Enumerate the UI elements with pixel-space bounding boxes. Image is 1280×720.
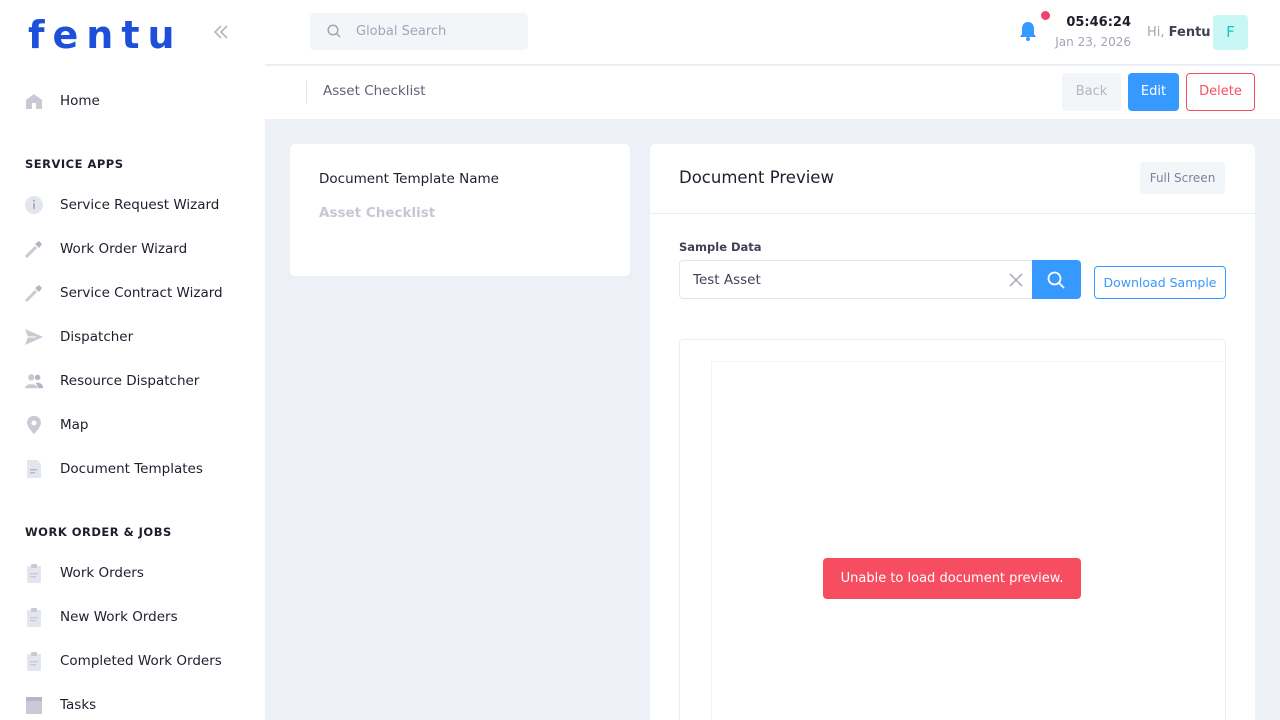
section-title-work-order-jobs: WORK ORDER & JOBS: [25, 525, 172, 539]
sidebar-item-label: New Work Orders: [60, 609, 178, 625]
clear-icon[interactable]: [1009, 273, 1023, 287]
document-icon: [24, 459, 44, 479]
sidebar-item-tasks[interactable]: Tasks: [0, 687, 265, 720]
sidebar-item-label: Work Order Wizard: [60, 241, 188, 257]
fentu-logo[interactable]: fentu: [28, 14, 183, 56]
sidebar-item-label: Resource Dispatcher: [60, 373, 200, 389]
template-name-card: Document Template Name Asset Checklist: [290, 144, 630, 276]
search-icon: [327, 24, 341, 38]
sample-data-field[interactable]: [679, 260, 1033, 299]
preview-document-frame: [711, 361, 1226, 720]
error-message: Unable to load document preview.: [823, 558, 1081, 599]
back-button[interactable]: Back: [1062, 73, 1121, 111]
sidebar-item-label: Document Templates: [60, 461, 203, 477]
tool-icon: [24, 283, 44, 303]
sidebar-item-resource-dispatcher[interactable]: Resource Dispatcher: [0, 363, 265, 399]
greeting-prefix: Hi,: [1147, 25, 1165, 40]
tool-icon: [24, 239, 44, 259]
subheader: Asset Checklist Back Edit Delete: [265, 66, 1280, 119]
sidebar-item-completed-work-orders[interactable]: Completed Work Orders: [0, 643, 265, 679]
notification-bell-icon[interactable]: [1017, 20, 1039, 42]
global-search[interactable]: [310, 13, 528, 50]
avatar[interactable]: F: [1213, 15, 1248, 50]
sidebar: fentu Home SERVICE APPS Service Request …: [0, 0, 265, 720]
clipboard-icon: [24, 607, 44, 627]
search-icon: [1047, 271, 1065, 289]
info-icon: [24, 195, 44, 215]
map-pin-icon: [24, 415, 44, 435]
preview-area: Unable to load document preview.: [679, 339, 1226, 720]
tasks-icon: [24, 695, 44, 715]
sidebar-item-map[interactable]: Map: [0, 407, 265, 443]
document-preview-card: Document Preview Full Screen Sample Data…: [650, 144, 1255, 720]
sidebar-item-label: Work Orders: [60, 565, 144, 581]
section-title-service-apps: SERVICE APPS: [25, 157, 124, 171]
clock-time: 05:46:24: [1066, 15, 1131, 30]
template-name-label: Document Template Name: [319, 171, 499, 187]
template-name-value: Asset Checklist: [319, 205, 436, 221]
clock-date: Jan 23, 2026: [1055, 35, 1131, 49]
collapse-sidebar-icon[interactable]: [210, 22, 232, 44]
subheader-divider: [306, 81, 307, 103]
sidebar-item-label: Dispatcher: [60, 329, 134, 345]
preview-title: Document Preview: [679, 168, 834, 187]
sidebar-item-work-orders[interactable]: Work Orders: [0, 555, 265, 591]
download-sample-button[interactable]: Download Sample: [1094, 266, 1226, 299]
card-divider: [650, 213, 1255, 214]
user-name: Fentu: [1168, 25, 1211, 40]
sidebar-item-label: Map: [60, 417, 89, 433]
sidebar-item-document-templates[interactable]: Document Templates: [0, 451, 265, 487]
notification-badge: [1041, 11, 1050, 20]
sidebar-item-dispatcher[interactable]: Dispatcher: [0, 319, 265, 355]
send-icon: [24, 327, 44, 347]
user-greeting[interactable]: Hi, Fentu: [1147, 25, 1211, 40]
sidebar-item-service-contract-wizard[interactable]: Service Contract Wizard: [0, 275, 265, 311]
sidebar-item-label: Home: [60, 93, 100, 109]
sidebar-item-label: Completed Work Orders: [60, 653, 222, 669]
clipboard-icon: [24, 651, 44, 671]
global-search-input[interactable]: [356, 13, 521, 50]
sidebar-item-label: Service Request Wizard: [60, 197, 220, 213]
sidebar-item-service-request-wizard[interactable]: Service Request Wizard: [0, 187, 265, 223]
sample-search-button[interactable]: [1032, 260, 1081, 299]
sidebar-item-home[interactable]: Home: [0, 83, 265, 119]
sidebar-item-label: Service Contract Wizard: [60, 285, 223, 301]
page-title: Asset Checklist: [323, 83, 426, 99]
sidebar-item-label: Tasks: [60, 697, 97, 713]
users-icon: [24, 371, 44, 391]
sample-data-input[interactable]: [693, 261, 993, 298]
delete-button[interactable]: Delete: [1186, 73, 1255, 111]
sidebar-item-work-order-wizard[interactable]: Work Order Wizard: [0, 231, 265, 267]
sidebar-item-new-work-orders[interactable]: New Work Orders: [0, 599, 265, 635]
top-header: 05:46:24 Jan 23, 2026 Hi, Fentu F: [265, 0, 1280, 65]
sample-data-label: Sample Data: [679, 240, 762, 254]
home-icon: [24, 91, 44, 111]
edit-button[interactable]: Edit: [1128, 73, 1179, 111]
full-screen-button[interactable]: Full Screen: [1140, 162, 1225, 194]
clipboard-icon: [24, 563, 44, 583]
